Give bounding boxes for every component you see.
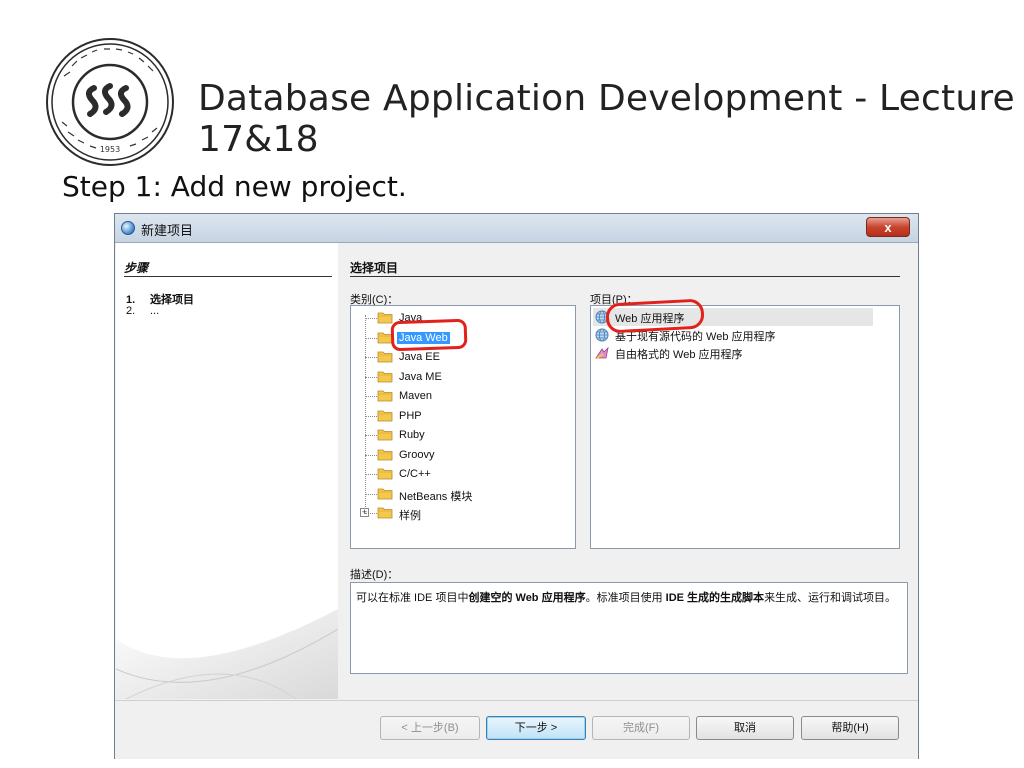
close-button[interactable]: x	[866, 217, 910, 237]
finish-button[interactable]: 完成(F)	[592, 716, 690, 740]
folder-icon	[377, 507, 393, 519]
folder-icon	[377, 468, 393, 480]
description-box: 可以在标准 IDE 项目中创建空的 Web 应用程序。标准项目使用 IDE 生成…	[350, 582, 908, 674]
category-item-label: C/C++	[399, 468, 431, 480]
category-item[interactable]: Maven	[351, 387, 571, 406]
college-seal-logo: 1953	[46, 38, 174, 166]
category-item[interactable]: Ruby	[351, 426, 571, 445]
steps-divider	[124, 276, 332, 277]
step-item-label: ...	[150, 305, 160, 317]
netbeans-window-icon	[121, 221, 135, 235]
freeform-icon	[595, 346, 609, 359]
category-item-label: 样例	[399, 510, 421, 522]
description-label: 描述(D)：	[350, 569, 399, 581]
section-divider	[350, 276, 900, 277]
steps-pane: 步骤 1. 选择项目 2....	[116, 243, 338, 699]
folder-icon	[377, 449, 393, 460]
category-item[interactable]: PHP	[351, 407, 571, 426]
project-item-label: 自由格式的 Web 应用程序	[615, 349, 743, 361]
button-bar: < 上一步(B) 下一步 > 完成(F) 取消 帮助(H)	[115, 700, 918, 759]
back-button[interactable]: < 上一步(B)	[380, 716, 480, 740]
help-button[interactable]: 帮助(H)	[801, 716, 899, 740]
folder-icon	[377, 488, 393, 499]
dialog-title: 新建项目	[141, 223, 194, 238]
category-item-label: Maven	[399, 390, 433, 402]
category-item[interactable]: + 样例	[351, 504, 571, 523]
category-item[interactable]: C/C++	[351, 465, 571, 484]
decorative-swoosh	[116, 609, 338, 699]
category-item[interactable]: Java ME	[351, 368, 571, 387]
category-item[interactable]: Java EE	[351, 348, 571, 367]
category-item[interactable]: Groovy	[351, 446, 571, 465]
category-item[interactable]: NetBeans 模块	[351, 485, 571, 504]
category-item-label: Ruby	[399, 429, 425, 441]
next-button[interactable]: 下一步 >	[486, 716, 586, 740]
cancel-button[interactable]: 取消	[696, 716, 794, 740]
project-list[interactable]: Web 应用程序 基于现有源代码的 Web 应用程序 自由格式的 Web 应用程…	[590, 305, 900, 549]
slide-title: Database Application Development - Lectu…	[198, 78, 1015, 160]
category-item-label: Java EE	[399, 351, 440, 363]
svg-text:1953: 1953	[100, 145, 120, 154]
category-item-label: PHP	[399, 409, 422, 422]
category-item-label: NetBeans 模块	[399, 490, 473, 503]
step-item-2: 2....	[126, 305, 160, 317]
section-title: 选择项目	[350, 261, 399, 275]
folder-icon	[377, 312, 393, 324]
new-project-dialog: 新建项目 x 步骤 1. 选择项目 2.... 选择项目 类别(C)： 项目(P…	[114, 213, 919, 759]
annotation-circle-web-app	[605, 298, 705, 334]
globe-icon	[595, 328, 609, 342]
category-item-label: Groovy	[399, 448, 435, 461]
dialog-titlebar[interactable]: 新建项目 x	[115, 214, 918, 243]
steps-header: 步骤	[124, 261, 149, 275]
folder-icon	[377, 351, 393, 363]
folder-icon	[377, 429, 393, 441]
folder-icon	[377, 371, 393, 382]
category-item-label: Java ME	[399, 370, 442, 383]
folder-icon	[377, 390, 393, 402]
step-caption: Step 1: Add new project.	[62, 170, 407, 203]
annotation-circle-java-web	[390, 318, 468, 352]
folder-icon	[377, 410, 393, 421]
